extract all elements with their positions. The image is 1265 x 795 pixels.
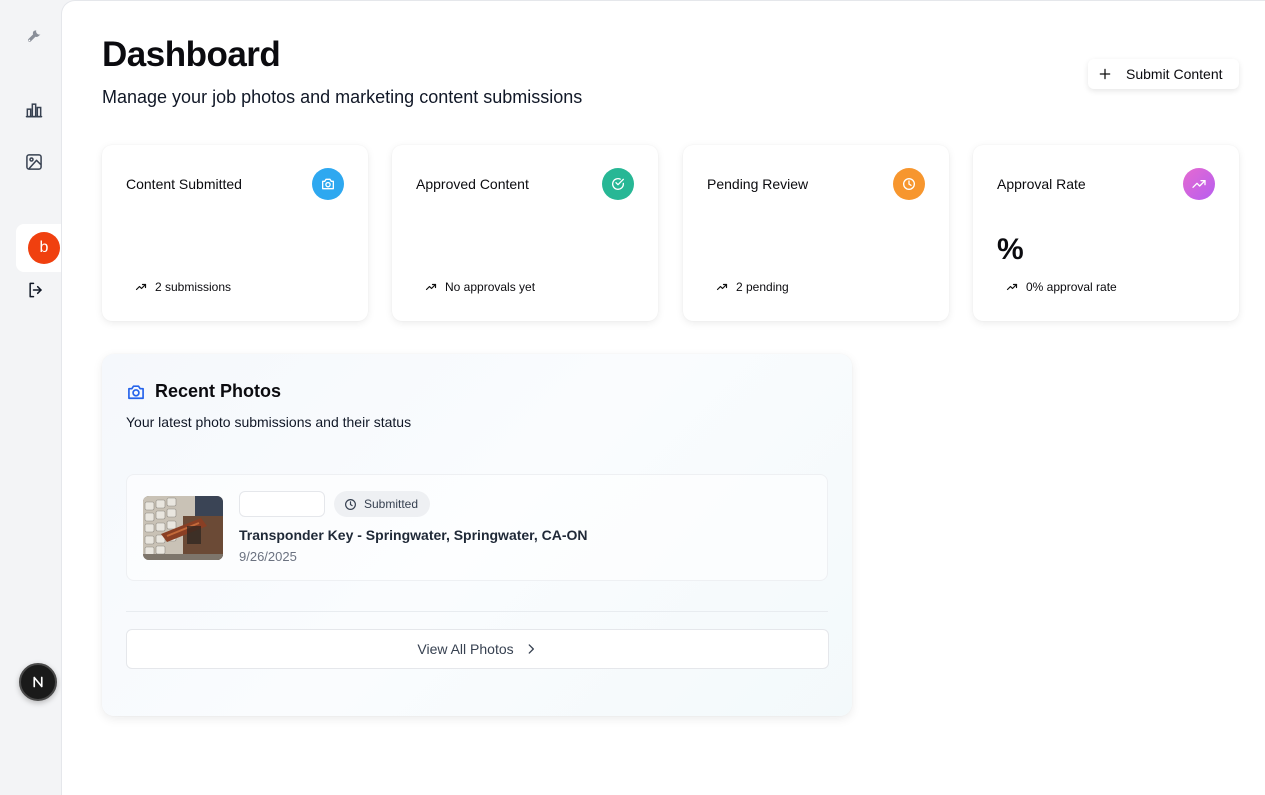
stat-footer: 2 submissions <box>135 280 231 294</box>
stat-card-approved-content: Approved Content No approvals yet <box>392 145 658 321</box>
divider <box>126 611 828 612</box>
n-logo-icon <box>33 676 43 688</box>
recent-photos-subtitle: Your latest photo submissions and their … <box>126 414 412 430</box>
view-all-photos-button[interactable]: View All Photos <box>126 629 829 669</box>
stat-card-approval-rate: Approval Rate % 0% approval rate <box>973 145 1239 321</box>
trending-up-icon <box>135 283 147 291</box>
photo-title: Transponder Key - Springwater, Springwat… <box>239 527 588 543</box>
camera-icon <box>128 384 144 399</box>
check-circle-icon <box>602 168 634 200</box>
stat-title: Approved Content <box>416 176 529 192</box>
clock-icon <box>345 498 356 510</box>
status-badge-label: Submitted <box>364 497 419 511</box>
stat-card-pending-review: Pending Review 2 pending <box>683 145 949 321</box>
recent-photos-header: Recent Photos <box>126 381 281 402</box>
photo-date: 9/26/2025 <box>239 549 297 564</box>
photo-thumbnail[interactable] <box>143 496 223 560</box>
camera-icon <box>312 168 344 200</box>
submit-content-label: Submit Content <box>1126 66 1223 82</box>
user-menu[interactable]: b <box>16 224 61 272</box>
stat-value: % <box>997 233 1024 266</box>
sidebar: b <box>0 0 61 795</box>
page-title: Dashboard <box>102 35 281 74</box>
avatar[interactable]: b <box>28 232 60 264</box>
stat-footer: 2 pending <box>716 280 789 294</box>
bar-chart-icon[interactable] <box>14 90 54 130</box>
plus-icon <box>1099 68 1111 80</box>
status-badge: Submitted <box>334 491 431 517</box>
submit-content-button[interactable]: Submit Content <box>1088 59 1239 89</box>
recent-photos-card: Recent Photos Your latest photo submissi… <box>102 354 852 716</box>
stat-title: Pending Review <box>707 176 809 192</box>
trending-up-icon <box>1183 168 1215 200</box>
stat-footer-text: 0% approval rate <box>1026 280 1117 294</box>
trending-up-icon <box>1006 283 1018 291</box>
photo-list-item[interactable]: Submitted Transponder Key - Springwater,… <box>126 474 828 581</box>
page-subtitle: Manage your job photos and marketing con… <box>102 87 583 107</box>
recent-photos-title: Recent Photos <box>155 381 282 401</box>
trending-up-icon <box>425 283 437 291</box>
stat-footer: 0% approval rate <box>1006 280 1117 294</box>
wrench-icon[interactable] <box>14 15 54 55</box>
stat-footer-text: 2 pending <box>736 280 789 294</box>
clock-icon <box>893 168 925 200</box>
logout-icon[interactable] <box>16 270 56 310</box>
dev-tools-badge[interactable] <box>19 663 57 701</box>
category-tag <box>239 491 325 517</box>
view-all-photos-label: View All Photos <box>417 641 514 657</box>
stat-title: Content Submitted <box>126 176 242 192</box>
image-icon[interactable] <box>14 142 54 182</box>
trending-up-icon <box>716 283 728 291</box>
stat-title: Approval Rate <box>997 176 1086 192</box>
stat-footer-text: No approvals yet <box>445 280 536 294</box>
chevron-right-icon <box>528 644 534 654</box>
stat-footer-text: 2 submissions <box>155 280 232 294</box>
stat-footer: No approvals yet <box>425 280 535 294</box>
main-content: Dashboard Manage your job photos and mar… <box>61 0 1265 795</box>
stat-card-content-submitted: Content Submitted 2 submissions <box>102 145 368 321</box>
